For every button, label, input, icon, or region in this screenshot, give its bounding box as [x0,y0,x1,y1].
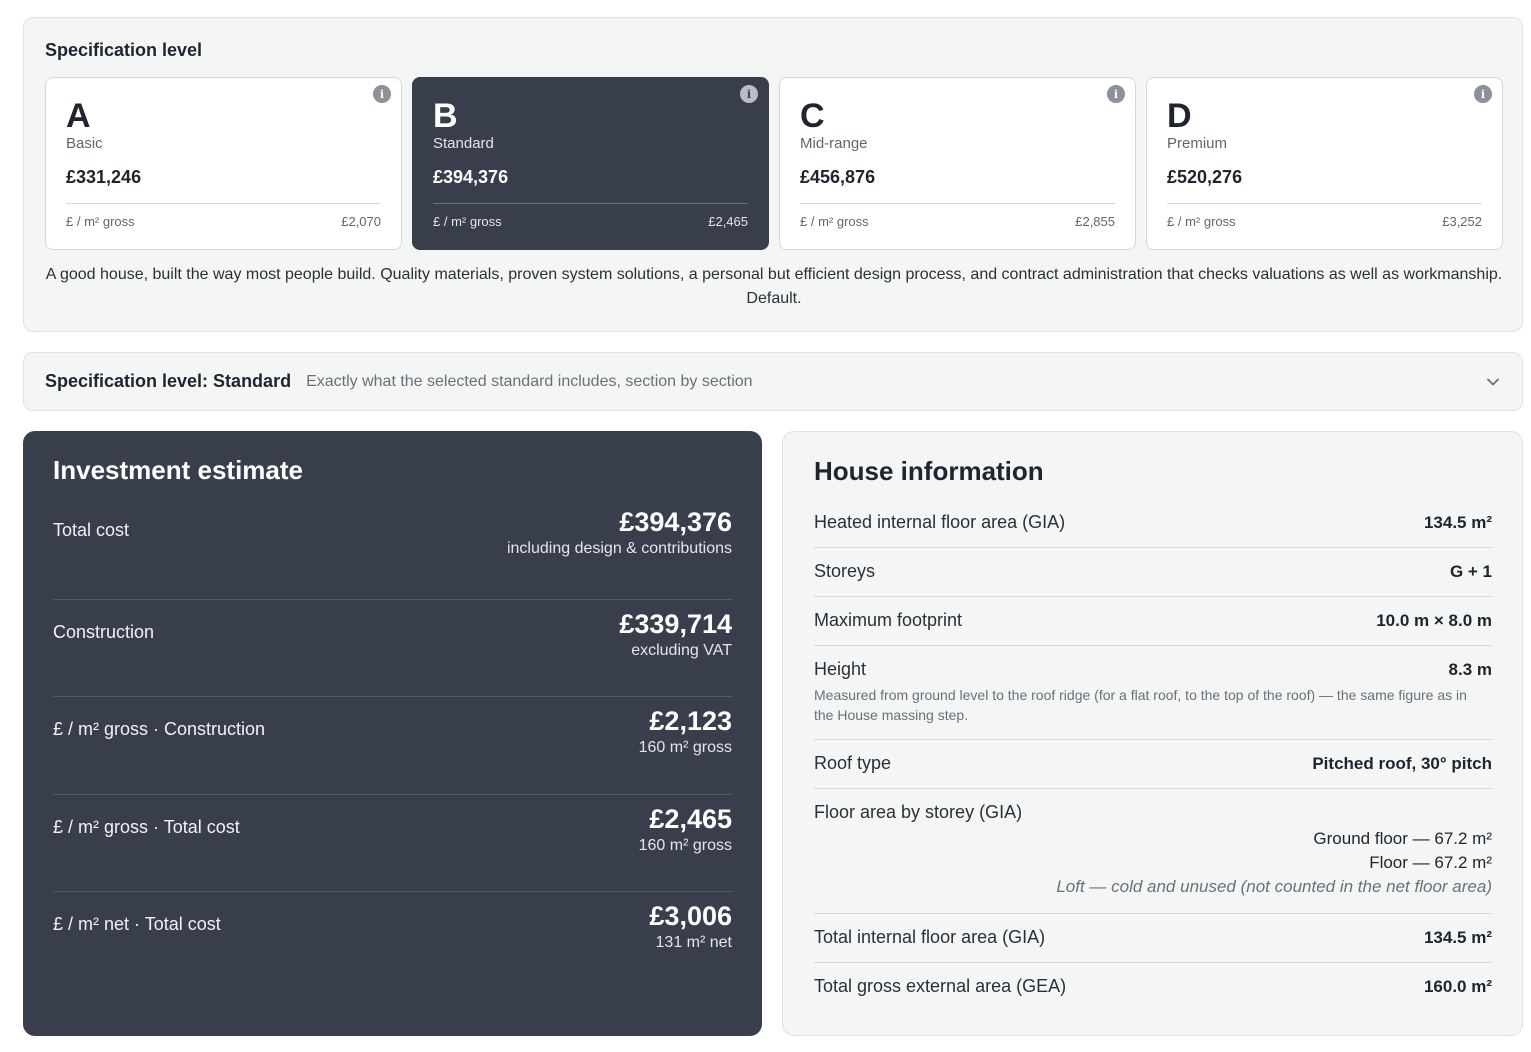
investment-estimate-panel: Investment estimate Total cost £394,376 … [23,431,762,1036]
height-note: Measured from ground level to the roof r… [814,687,1467,723]
row-sub: including design & contributions [506,540,732,557]
card-rate: £ / m² gross £2,465 [433,203,748,229]
card-rate-value: £2,070 [341,214,381,229]
investment-row-construction: Construction £339,714 excluding VAT [53,600,732,697]
house-row-height: Height 8.3 m Measured from ground level … [814,646,1492,740]
row-value: £3,006 [649,901,732,931]
row-value: £339,714 [619,608,732,639]
row-value: 8.3 m [1448,660,1492,679]
card-letter: D [1167,97,1192,135]
row-label: Floor area by storey (GIA) [814,802,1023,822]
specification-cards: i A Basic £331,246 £ / m² gross £2,070 i… [45,77,1503,250]
row-sub: 160 m² gross [638,836,732,854]
card-name: Basic [66,135,103,152]
card-rate-label: £ / m² gross [66,214,135,229]
house-row-footprint: Maximum footprint 10.0 m × 8.0 m [814,597,1492,646]
house-row-gea: Total gross external area (GEA) 160.0 m² [814,963,1492,1011]
row-value: £394,376 [619,507,732,537]
card-rate-value: £3,252 [1442,214,1482,229]
specification-title: Specification level [45,40,203,60]
house-row-storeys: Storeys G + 1 [814,548,1492,597]
specification-description: A good house, built the way most people … [45,266,1503,307]
spec-card-d[interactable]: i D Premium £520,276 £ / m² gross £3,252 [1146,77,1503,250]
row-value: £2,123 [649,706,732,736]
card-rate: £ / m² gross £3,252 [1167,203,1482,229]
chevron-down-icon[interactable] [1486,375,1500,389]
row-label: Roof type [814,753,892,773]
row-sub: 160 m² gross [638,739,732,756]
spec-card-b[interactable]: i B Standard £394,376 £ / m² gross £2,46… [412,77,769,250]
card-rate-value: £2,855 [1075,214,1115,229]
floor-area-first: Floor — 67.2 m² [1369,853,1492,872]
row-label: Storeys [814,561,876,581]
row-value: £2,465 [649,803,732,834]
card-rate-label: £ / m² gross [433,214,502,229]
info-icon[interactable]: i [1107,85,1125,103]
info-icon[interactable]: i [1474,85,1492,103]
row-value: 10.0 m × 8.0 m [1376,611,1492,630]
row-label: Construction [53,621,155,642]
card-rate: £ / m² gross £2,855 [800,203,1115,229]
house-row-gia: Heated internal floor area (GIA) 134.5 m… [814,499,1492,548]
card-letter: A [66,97,91,135]
row-sub: excluding VAT [631,641,732,659]
row-value: G + 1 [1449,562,1492,581]
spec-card-a[interactable]: i A Basic £331,246 £ / m² gross £2,070 [45,77,402,250]
row-label: Height [814,659,867,679]
info-icon[interactable]: i [740,85,758,103]
row-value: 134.5 m² [1423,513,1492,532]
row-label: £ / m² net · Total cost [53,914,221,934]
card-name: Premium [1167,135,1228,152]
row-label: Maximum footprint [814,610,963,630]
accordion-title: Specification level: Standard [45,371,292,391]
row-label: Total cost [53,520,130,540]
house-row-roof-type: Roof type Pitched roof, 30° pitch [814,740,1492,789]
row-value: Pitched roof, 30° pitch [1312,754,1492,773]
floor-area-loft: Loft — cold and unused (not counted in t… [1056,877,1492,896]
investment-row-net-total: £ / m² net · Total cost £3,006 131 m² ne… [53,892,732,990]
card-name: Standard [433,135,494,152]
card-price: £394,376 [433,167,509,187]
row-label: £ / m² gross · Construction [53,719,266,739]
card-letter: B [433,97,458,135]
house-row-floor-area-by-storey: Floor area by storey (GIA) Ground floor … [814,789,1492,914]
house-row-total-gia: Total internal floor area (GIA) 134.5 m² [814,914,1492,963]
card-rate: £ / m² gross £2,070 [66,203,381,229]
row-label: Total internal floor area (GIA) [814,927,1046,947]
card-rate-label: £ / m² gross [1167,214,1236,229]
info-icon[interactable]: i [373,85,391,103]
card-rate-value: £2,465 [708,214,748,229]
accordion-subtitle: Exactly what the selected standard inclu… [306,372,753,390]
card-name: Mid-range [800,135,868,152]
row-sub: 131 m² net [655,934,732,951]
investment-row-gross-construction: £ / m² gross · Construction £2,123 160 m… [53,697,732,795]
card-price: £456,876 [800,167,876,187]
investment-row-total-cost: Total cost £394,376 including design & c… [53,502,732,600]
row-label: Heated internal floor area (GIA) [814,512,1066,532]
card-price: £520,276 [1167,167,1243,187]
row-label: £ / m² gross · Total cost [53,816,240,837]
specification-panel: Specification level i A Basic £331,246 £… [23,17,1523,332]
investment-row-gross-total: £ / m² gross · Total cost £2,465 160 m² … [53,795,732,892]
card-price: £331,246 [66,167,142,187]
card-letter: C [800,97,825,135]
spec-card-c[interactable]: i C Mid-range £456,876 £ / m² gross £2,8… [779,77,1136,250]
house-title: House information [814,456,1044,486]
investment-title: Investment estimate [53,455,303,485]
card-rate-label: £ / m² gross [800,214,869,229]
floor-area-lines: Ground floor — 67.2 m² Floor — 67.2 m² L… [814,827,1492,899]
house-information-panel: House information Heated internal floor … [782,431,1523,1036]
floor-area-ground: Ground floor — 67.2 m² [1313,829,1492,848]
row-label: Total gross external area (GEA) [814,976,1067,996]
row-value: 134.5 m² [1423,928,1492,947]
row-value: 160.0 m² [1423,977,1492,996]
specification-accordion[interactable]: Specification level: Standard Exactly wh… [23,352,1523,411]
